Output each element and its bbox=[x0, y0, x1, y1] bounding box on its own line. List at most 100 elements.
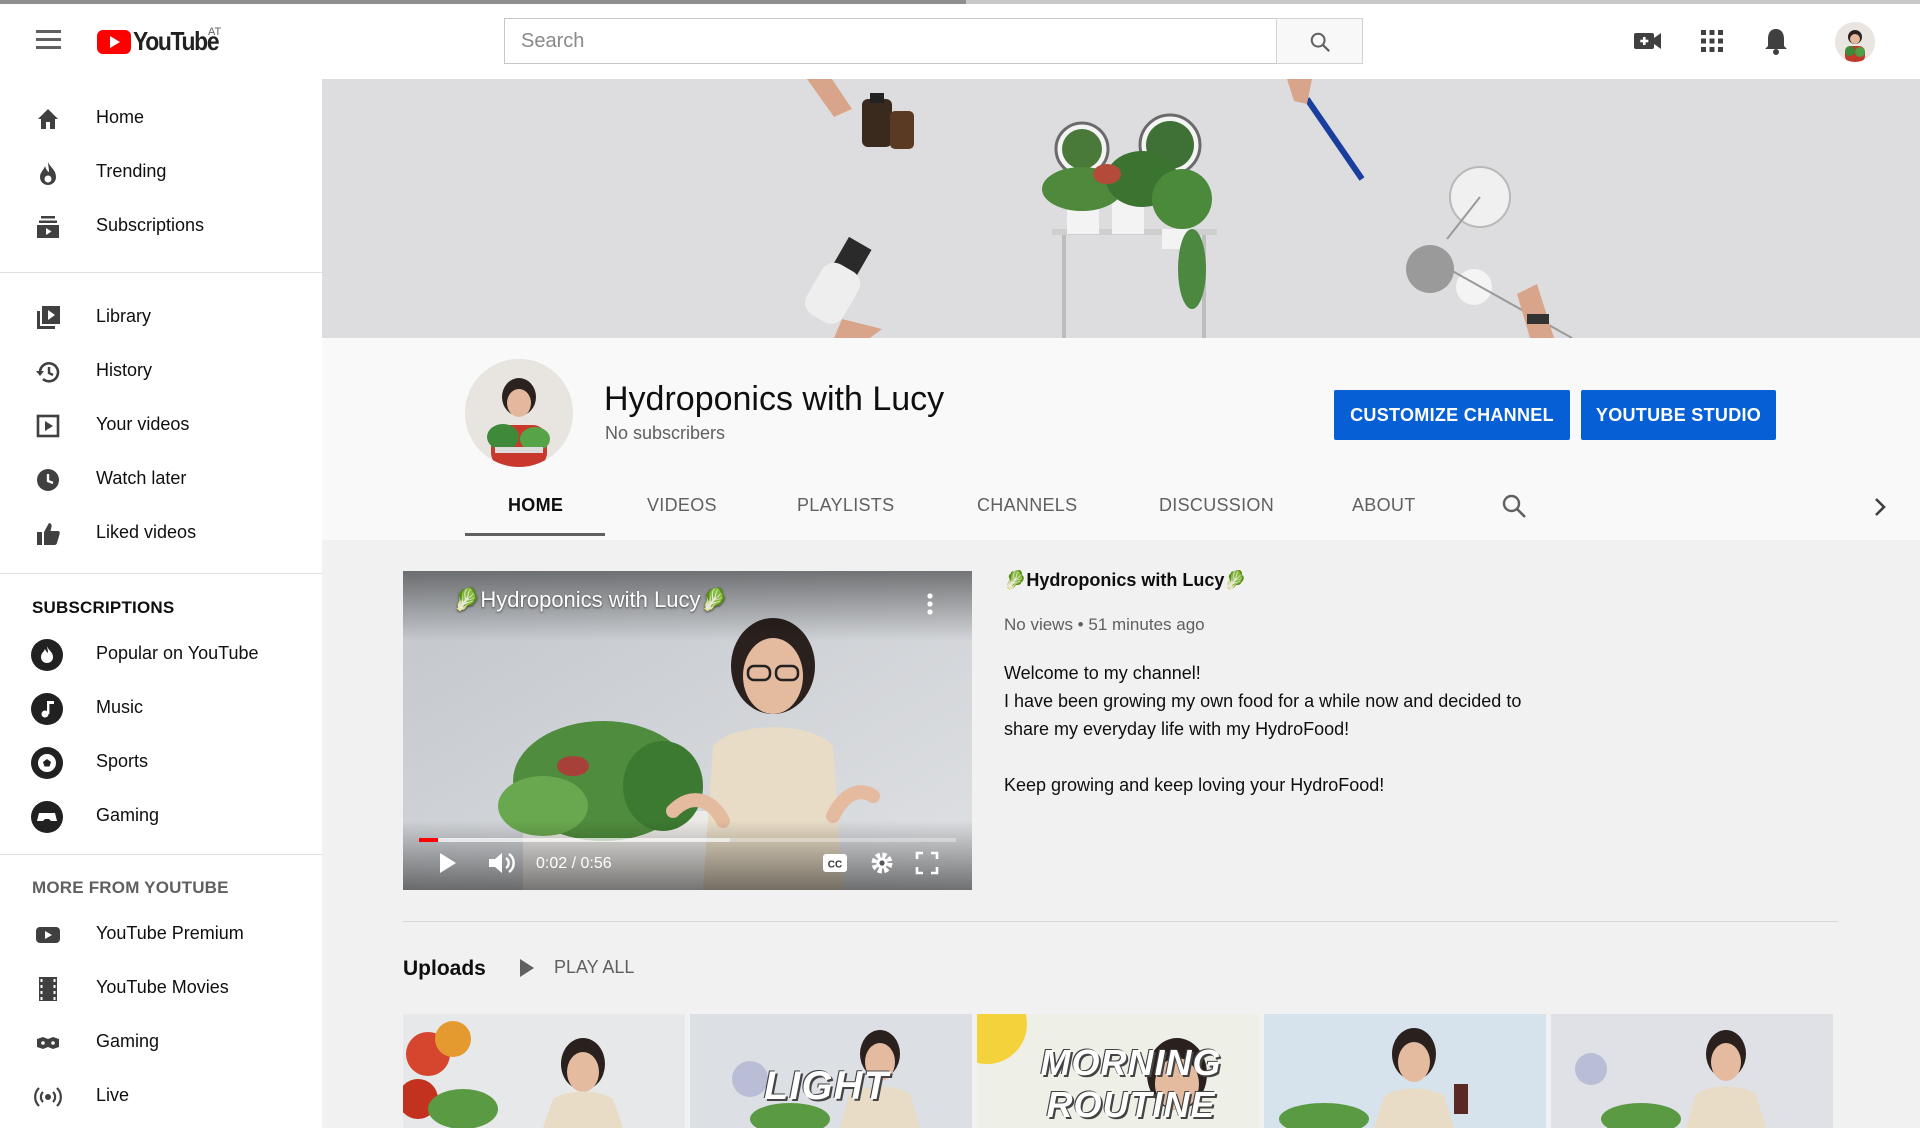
video-more-options-icon[interactable] bbox=[922, 591, 938, 617]
movies-icon bbox=[39, 977, 57, 1001]
subscriptions-heading: SUBSCRIPTIONS bbox=[32, 598, 175, 617]
menu-icon[interactable] bbox=[30, 26, 66, 56]
volume-icon[interactable] bbox=[487, 851, 517, 875]
description-line: I have been growing my own food for a wh… bbox=[1004, 691, 1522, 711]
create-video-icon[interactable] bbox=[1631, 24, 1665, 58]
gaming-icon bbox=[37, 1037, 59, 1049]
sidebar-item-label: Library bbox=[96, 306, 152, 326]
subscriber-count: No subscribers bbox=[605, 423, 726, 443]
sidebar-item-label: Home bbox=[96, 107, 145, 127]
thumbnail-overlay-text: MORNING ROUTINE bbox=[1040, 1042, 1222, 1125]
sidebar-item-home[interactable]: Home bbox=[0, 91, 322, 145]
featured-video-meta: No views • 51 minutes ago bbox=[1004, 615, 1205, 634]
video-time: 0:02 / 0:56 bbox=[536, 855, 612, 872]
sidebar-item-label: YouTube Premium bbox=[96, 923, 244, 943]
tab-channels[interactable]: CHANNELS bbox=[977, 495, 1077, 516]
library-icon bbox=[37, 306, 60, 329]
upload-thumbnail-5[interactable] bbox=[1551, 1014, 1833, 1128]
channel-banner bbox=[322, 79, 1920, 338]
sidebar-item-music[interactable]: Music bbox=[0, 681, 322, 735]
tab-discussion[interactable]: DISCUSSION bbox=[1159, 495, 1274, 516]
search-input[interactable] bbox=[505, 19, 1280, 63]
sidebar-item-youtube-premium[interactable]: YouTube Premium bbox=[0, 907, 322, 961]
upload-thumbnail-3[interactable]: MORNING ROUTINE bbox=[977, 1014, 1259, 1128]
tabs-scroll-right-chevron-icon[interactable] bbox=[1871, 496, 1889, 518]
sidebar-item-history[interactable]: History bbox=[0, 344, 322, 398]
sidebar-item-label: History bbox=[96, 360, 153, 380]
sidebar-item-label: Watch later bbox=[96, 468, 187, 488]
tab-home[interactable]: HOME bbox=[508, 495, 563, 516]
region-code: AT bbox=[208, 26, 222, 38]
account-avatar[interactable] bbox=[1835, 22, 1875, 62]
logo-text: YouTube bbox=[133, 26, 220, 56]
sidebar-item-youtube-movies[interactable]: YouTube Movies bbox=[0, 961, 322, 1015]
page-load-progress bbox=[0, 0, 1920, 4]
sidebar-item-gaming[interactable]: Gaming bbox=[0, 789, 322, 843]
sidebar-item-label: Liked videos bbox=[96, 522, 197, 542]
gaming-icon bbox=[31, 801, 63, 833]
sports-icon bbox=[31, 747, 63, 779]
customize-channel-button[interactable]: CUSTOMIZE CHANNEL bbox=[1334, 390, 1570, 440]
sidebar-item-label: Gaming bbox=[96, 1031, 160, 1051]
featured-video-title[interactable]: 🥬Hydroponics with Lucy🥬 bbox=[1004, 570, 1247, 591]
play-icon[interactable] bbox=[438, 851, 458, 875]
sidebar-item-your-videos[interactable]: Your videos bbox=[0, 398, 322, 452]
sidebar-item-label: Live bbox=[96, 1085, 130, 1105]
sidebar-divider bbox=[0, 573, 322, 574]
settings-gear-icon[interactable] bbox=[869, 850, 895, 876]
uploads-heading[interactable]: Uploads bbox=[403, 957, 486, 981]
subscriptions-icon bbox=[37, 216, 59, 238]
search-button[interactable] bbox=[1276, 18, 1363, 64]
liked-videos-icon bbox=[37, 523, 60, 545]
sidebar-item-label: Gaming bbox=[96, 805, 160, 825]
your-videos-icon bbox=[36, 414, 60, 438]
sidebar-divider bbox=[0, 854, 322, 855]
sidebar-item-gaming-more[interactable]: Gaming bbox=[0, 1015, 322, 1069]
captions-icon[interactable]: CC bbox=[821, 852, 849, 874]
upload-thumbnail-2[interactable]: LIGHT bbox=[690, 1014, 972, 1128]
tab-videos[interactable]: VIDEOS bbox=[647, 495, 717, 516]
sidebar-item-label: Sports bbox=[96, 751, 149, 771]
upload-thumbnail-1[interactable] bbox=[403, 1014, 685, 1128]
upload-thumbnail-4[interactable] bbox=[1264, 1014, 1546, 1128]
sidebar-item-liked-videos[interactable]: Liked videos bbox=[0, 506, 322, 560]
play-all-icon bbox=[520, 958, 534, 977]
description-line: Welcome to my channel! bbox=[1004, 663, 1201, 683]
section-divider bbox=[403, 921, 1838, 922]
sidebar-item-popular-on-youtube[interactable]: Popular on YouTube bbox=[0, 627, 322, 681]
video-buffered-bar bbox=[419, 838, 731, 842]
home-icon bbox=[38, 109, 58, 129]
top-bar: YouTube AT bbox=[0, 0, 1920, 79]
channel-avatar[interactable] bbox=[465, 359, 573, 467]
active-tab-indicator bbox=[465, 533, 605, 536]
tab-playlists[interactable]: PLAYLISTS bbox=[797, 495, 894, 516]
search-icon bbox=[1310, 32, 1330, 52]
more-from-youtube-heading: MORE FROM YOUTUBE bbox=[32, 878, 229, 897]
svg-text:CC: CC bbox=[828, 860, 842, 871]
featured-video-player[interactable]: 🥬Hydroponics with Lucy🥬 0:02 / 0:56 CC bbox=[403, 571, 972, 890]
sidebar-item-label: Your videos bbox=[96, 414, 190, 434]
watch-later-icon bbox=[37, 469, 59, 491]
search-box bbox=[504, 18, 1281, 64]
video-progress-bar[interactable] bbox=[419, 838, 956, 842]
play-all-button[interactable]: PLAY ALL bbox=[520, 957, 634, 978]
sidebar-item-sports[interactable]: Sports bbox=[0, 735, 322, 789]
notifications-bell-icon[interactable] bbox=[1759, 24, 1793, 58]
sidebar-item-label: YouTube Movies bbox=[96, 977, 229, 997]
sidebar-item-trending[interactable]: Trending bbox=[0, 145, 322, 199]
music-icon bbox=[31, 693, 63, 725]
tab-about[interactable]: ABOUT bbox=[1352, 495, 1416, 516]
sidebar-item-watch-later[interactable]: Watch later bbox=[0, 452, 322, 506]
description-line: Keep growing and keep loving your HydroF… bbox=[1004, 775, 1385, 795]
fullscreen-icon[interactable] bbox=[915, 851, 939, 875]
sidebar-item-live[interactable]: Live bbox=[0, 1069, 322, 1123]
sidebar-item-library[interactable]: Library bbox=[0, 290, 322, 344]
premium-icon bbox=[36, 927, 60, 943]
sidebar-item-subscriptions[interactable]: Subscriptions bbox=[0, 199, 322, 253]
banner-artwork bbox=[322, 79, 1920, 338]
channel-search-icon[interactable] bbox=[1501, 493, 1527, 519]
youtube-studio-button[interactable]: YOUTUBE STUDIO bbox=[1581, 390, 1776, 440]
description-line: share my everyday life with my HydroFood… bbox=[1004, 719, 1350, 739]
apps-grid-icon[interactable] bbox=[1695, 24, 1729, 58]
description-line bbox=[1004, 743, 1521, 771]
